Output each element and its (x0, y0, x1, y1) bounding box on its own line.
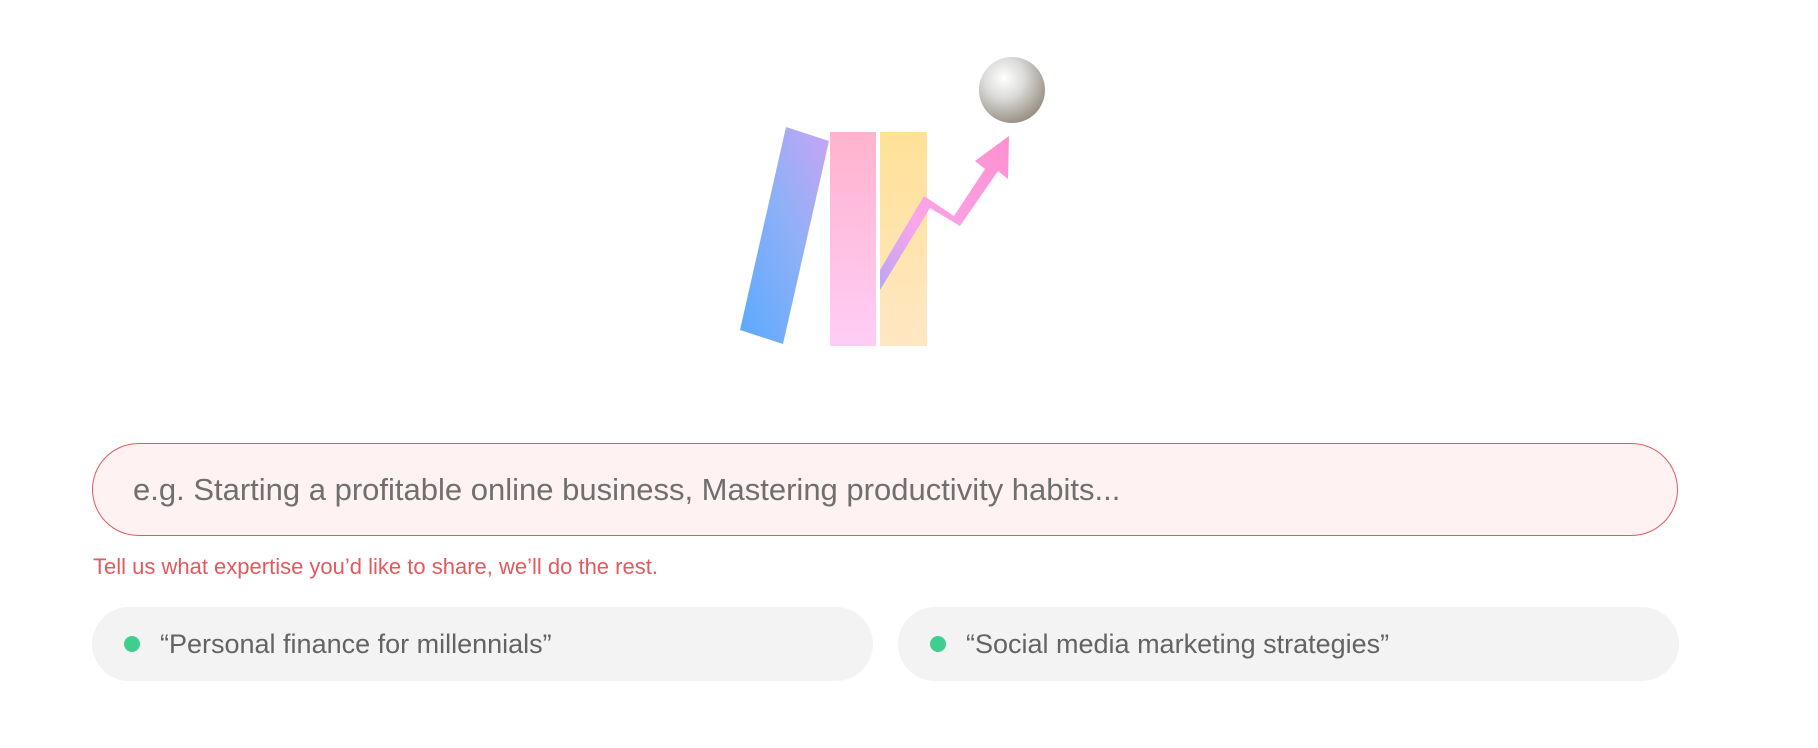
topic-input[interactable] (93, 444, 1677, 535)
helper-text: Tell us what expertise you’d like to sha… (93, 554, 658, 579)
growth-chart-illustration (720, 40, 1060, 360)
sphere-shape (979, 57, 1045, 123)
status-dot-icon (930, 636, 946, 652)
blue-bar-shape (740, 127, 829, 344)
topic-search-box[interactable] (92, 443, 1678, 536)
suggestion-chip-personal-finance[interactable]: “Personal finance for millennials” (92, 607, 873, 681)
suggestion-label: “Personal finance for millennials” (160, 628, 552, 659)
topic-entry-page: Tell us what expertise you’d like to sha… (0, 0, 1818, 748)
suggestion-label: “Social media marketing strategies” (966, 628, 1390, 659)
suggestion-chip-social-media[interactable]: “Social media marketing strategies” (898, 607, 1679, 681)
pink-bar-shape (830, 132, 876, 346)
status-dot-icon (124, 636, 140, 652)
